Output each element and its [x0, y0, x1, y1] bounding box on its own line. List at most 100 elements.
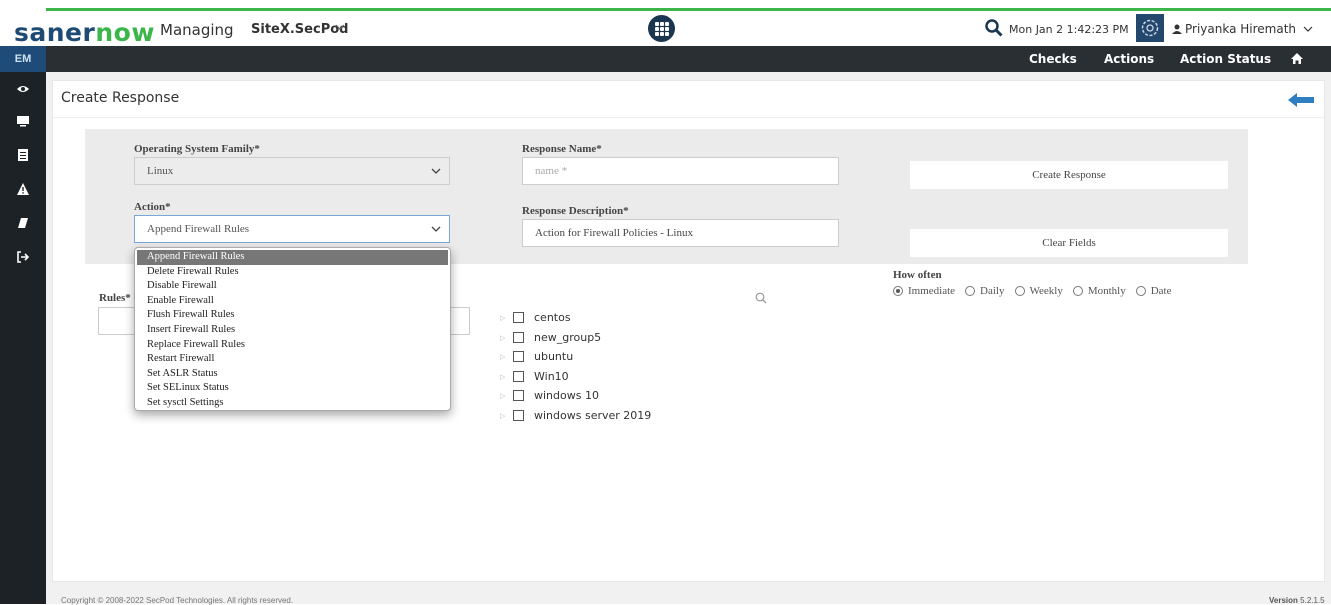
logo-part1: saner [14, 18, 96, 47]
checkbox[interactable] [513, 331, 524, 343]
tree-node-label: windows 10 [534, 389, 599, 402]
create-response-button[interactable]: Create Response [910, 161, 1228, 189]
os-family-label: Operating System Family* [134, 143, 260, 155]
document-icon [18, 149, 28, 161]
eraser-icon [18, 218, 28, 228]
clear-fields-button[interactable]: Clear Fields [910, 229, 1228, 257]
os-family-value: Linux [147, 165, 174, 177]
how-often-label: How often [893, 269, 942, 281]
radio-label: Daily [980, 285, 1005, 297]
chevron-down-icon [1303, 26, 1313, 32]
tree-node-label: centos [534, 311, 571, 324]
user-menu[interactable]: Priyanka Hiremath [1172, 22, 1313, 36]
logout-icon [17, 251, 30, 263]
sidebar-item-cleanup[interactable] [0, 213, 46, 235]
response-name-input[interactable]: name * [522, 157, 839, 185]
managing-label: Managing [160, 21, 234, 39]
tree-node-label: ubuntu [534, 350, 574, 363]
caret-right-icon[interactable]: ▷ [500, 334, 505, 342]
user-name: Priyanka Hiremath [1185, 22, 1297, 36]
dropdown-option[interactable]: Restart Firewall [135, 352, 450, 367]
logo-part2: now [95, 18, 155, 47]
dropdown-option[interactable]: Disable Firewall [135, 279, 450, 294]
checkbox[interactable] [513, 390, 524, 401]
dropdown-option[interactable]: Set sysctl Settings [135, 396, 450, 411]
schedule-radio-group: Immediate Daily Weekly Monthly Date [893, 285, 1172, 297]
monitor-icon [17, 116, 29, 127]
rules-label: Rules* [99, 292, 131, 304]
sidebar-item-view[interactable] [0, 79, 46, 101]
datetime-display: Mon Jan 2 1:42:23 PM [1009, 23, 1129, 36]
search-icon[interactable] [985, 19, 1003, 37]
sidebar-item-logout[interactable] [0, 247, 46, 269]
radio-circle[interactable] [893, 286, 903, 296]
dropdown-option[interactable]: Enable Firewall [135, 294, 450, 309]
warning-icon [17, 183, 29, 195]
radio-circle[interactable] [1135, 286, 1146, 296]
checkbox[interactable] [513, 312, 524, 323]
radio-immediate[interactable]: Immediate [893, 285, 955, 297]
radio-circle[interactable] [1072, 286, 1083, 296]
dropdown-option[interactable]: Delete Firewall Rules [135, 265, 450, 280]
action-value: Append Firewall Rules [147, 223, 250, 235]
sidebar [0, 72, 46, 604]
nav-actions[interactable]: Actions [1104, 52, 1154, 66]
sidebar-item-devices[interactable] [0, 111, 46, 133]
site-selector[interactable]: SiteX.SecPod [251, 22, 348, 37]
apps-grid-icon[interactable] [648, 15, 675, 42]
caret-right-icon[interactable]: ▷ [500, 353, 505, 361]
radio-circle[interactable] [965, 286, 976, 296]
user-icon [1172, 24, 1182, 34]
caret-right-icon[interactable]: ▷ [500, 412, 505, 420]
radio-daily[interactable]: Daily [965, 285, 1005, 297]
nav-action-status[interactable]: Action Status [1180, 52, 1271, 66]
dropdown-option[interactable]: Insert Firewall Rules [135, 323, 450, 338]
radio-label: Monthly [1087, 285, 1126, 297]
arrow-left-icon[interactable] [1287, 92, 1315, 108]
radio-label: Weekly [1029, 285, 1063, 297]
caret-right-icon[interactable]: ▷ [500, 373, 505, 381]
radio-label: Date [1150, 285, 1172, 297]
checkbox[interactable] [513, 409, 524, 421]
dropdown-option[interactable]: Set ASLR Status [135, 367, 450, 382]
radio-label: Immediate [908, 285, 956, 297]
radio-circle[interactable] [1014, 286, 1025, 296]
radio-monthly[interactable]: Monthly [1072, 285, 1126, 297]
radio-date[interactable]: Date [1135, 285, 1172, 297]
tree-node-label: new_group5 [534, 330, 602, 344]
action-dropdown-list[interactable]: Append Firewall Rules Delete Firewall Ru… [134, 247, 451, 411]
chevron-down-icon [431, 168, 441, 174]
checkbox[interactable] [513, 370, 524, 382]
action-label: Action* [134, 201, 171, 213]
action-select[interactable]: Append Firewall Rules [134, 215, 450, 243]
module-navbar: EM Checks Actions Action Status [0, 46, 1331, 72]
os-family-select[interactable]: Linux [134, 157, 450, 185]
search-icon[interactable] [755, 292, 767, 304]
title-divider [53, 117, 1324, 118]
dropdown-option[interactable]: Set SELinux Status [135, 381, 450, 396]
dropdown-option[interactable]: Append Firewall Rules [137, 250, 448, 265]
checkbox[interactable] [513, 351, 524, 362]
chevron-down-icon[interactable] [335, 21, 345, 35]
dropdown-option[interactable]: Replace Firewall Rules [135, 338, 450, 353]
response-description-input[interactable]: Action for Firewall Policies - Linux [522, 219, 839, 247]
response-name-label: Response Name* [522, 143, 602, 155]
home-icon[interactable] [1290, 52, 1304, 65]
caret-right-icon[interactable]: ▷ [500, 392, 505, 400]
chevron-down-icon [431, 226, 441, 232]
response-description-label: Response Description* [522, 205, 629, 217]
app-header: sanernow Managing SiteX.SecPod Mon Jan 2… [0, 11, 1331, 46]
caret-right-icon[interactable]: ▷ [500, 314, 505, 322]
nav-checks[interactable]: Checks [1029, 52, 1077, 66]
eye-icon [17, 86, 29, 92]
sanernow-logo[interactable]: sanernow [14, 20, 155, 46]
tree-node-label: windows server 2019 [534, 408, 652, 422]
dropdown-option[interactable]: Flush Firewall Rules [135, 308, 450, 323]
module-em-badge[interactable]: EM [0, 46, 46, 72]
sidebar-item-alerts[interactable] [0, 179, 46, 201]
page-title: Create Response [61, 90, 180, 106]
radio-weekly[interactable]: Weekly [1014, 285, 1063, 297]
gear-icon[interactable] [1136, 14, 1164, 42]
sidebar-item-reports[interactable] [0, 145, 46, 167]
tree-node-label: Win10 [534, 369, 569, 383]
